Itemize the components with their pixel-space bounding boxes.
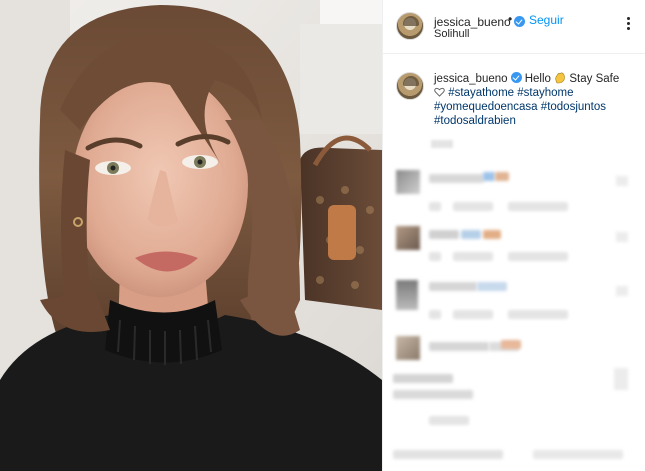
comment-text-blur xyxy=(429,230,459,239)
hashtag-link[interactable]: #stayhome xyxy=(517,87,573,99)
comment-emoji-blur xyxy=(461,230,481,239)
post-header: jessica_bueno • Seguir Solihull xyxy=(383,0,645,54)
comment-meta-blur xyxy=(429,310,441,319)
heart-icon xyxy=(434,87,445,97)
like-heart-icon[interactable] xyxy=(616,286,628,296)
caption-username[interactable]: jessica_bueno xyxy=(434,73,508,85)
comment-emoji-blur xyxy=(495,172,509,181)
comment-emoji-blur xyxy=(501,340,521,349)
comment-meta-blur xyxy=(429,252,441,261)
post-location[interactable]: Solihull xyxy=(434,28,469,40)
comment-text-blur xyxy=(429,342,489,351)
more-options-icon[interactable] xyxy=(621,16,635,30)
hashtag-link[interactable]: #stayathome xyxy=(448,87,514,99)
like-heart-icon[interactable] xyxy=(616,232,628,242)
comment-meta-blur xyxy=(508,310,568,319)
selfie-image xyxy=(0,0,382,471)
comment-emoji-blur xyxy=(483,172,495,181)
like-heart-icon[interactable] xyxy=(616,176,628,186)
comment-item-blurred xyxy=(383,442,645,471)
comment-meta-blur xyxy=(429,202,441,211)
hashtag-link[interactable]: #todosaldrabien xyxy=(434,115,516,127)
caption-greeting: Hello xyxy=(524,73,551,85)
comment-item-blurred xyxy=(383,368,645,438)
comment-item-blurred xyxy=(383,170,645,218)
comment-text-blur xyxy=(393,374,453,383)
comment-meta-blur xyxy=(508,252,568,261)
comment-item-blurred xyxy=(383,226,645,274)
caption-stay-safe: Stay Safe xyxy=(569,73,620,85)
comment-avatar xyxy=(396,226,420,250)
comment-emoji-blur xyxy=(483,230,501,239)
hashtag-link[interactable]: #yomequedoencasa xyxy=(434,101,538,113)
post-caption: jessica_bueno Hello Stay Safe #stayathom… xyxy=(434,72,639,128)
comment-text-blur xyxy=(429,174,484,183)
comment-text-blur xyxy=(393,390,473,399)
comment-meta-blur xyxy=(508,202,568,211)
waving-hand-icon xyxy=(555,72,565,84)
profile-avatar[interactable] xyxy=(396,12,424,40)
comment-emoji-blur xyxy=(477,282,507,291)
comment-text-blur xyxy=(533,450,623,459)
comment-item-blurred xyxy=(383,280,645,328)
hashtag-link[interactable]: #todosjuntos xyxy=(541,101,606,113)
comment-avatar xyxy=(396,336,420,360)
follow-button[interactable]: Seguir xyxy=(529,13,564,27)
like-heart-icon[interactable] xyxy=(614,368,628,390)
separator-dot: • xyxy=(508,12,513,26)
post-details-panel: jessica_bueno • Seguir Solihull jessica_… xyxy=(382,0,645,471)
comment-meta-blur xyxy=(453,252,493,261)
comment-meta-blur xyxy=(453,202,493,211)
verified-badge-icon xyxy=(510,72,522,83)
comment-meta-blur xyxy=(453,310,493,319)
header-username[interactable]: jessica_bueno xyxy=(434,15,511,29)
comment-avatar xyxy=(396,280,418,310)
verified-badge-icon xyxy=(513,16,525,27)
comment-avatar xyxy=(396,170,420,194)
caption-timestamp-blurred xyxy=(431,140,453,148)
comment-meta-blur xyxy=(429,416,469,425)
post-photo[interactable] xyxy=(0,0,382,471)
comment-text-blur xyxy=(393,450,503,459)
caption-avatar[interactable] xyxy=(396,72,424,100)
comment-text-blur xyxy=(429,282,477,291)
